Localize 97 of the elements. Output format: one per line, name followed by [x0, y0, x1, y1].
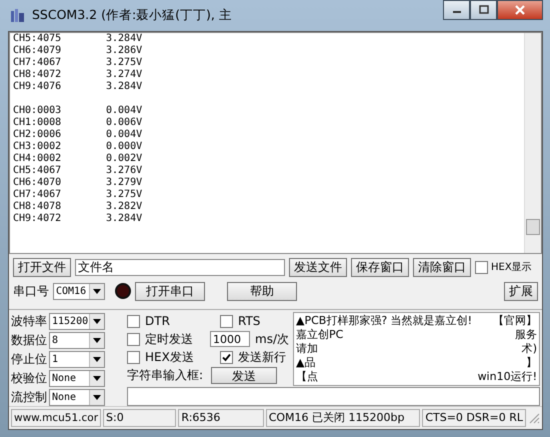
checkbox[interactable] [127, 332, 140, 346]
voltage-reading: 3.286V [106, 45, 142, 57]
channel-reading: CH3:0002 [13, 141, 62, 153]
caret-icon [93, 394, 101, 400]
channel-reading: CH6:4070 [13, 177, 62, 189]
setting-dropdown[interactable]: 8 [49, 332, 105, 349]
caret-icon [93, 318, 101, 324]
status-text: COM16 已关闭 115200bp [266, 409, 420, 428]
voltage-reading: 0.004V [106, 105, 142, 117]
maximize-icon [478, 5, 488, 15]
close-icon [514, 4, 526, 16]
port-dropdown[interactable]: COM16 [53, 282, 105, 300]
minimize-button[interactable] [443, 0, 470, 20]
close-button[interactable] [497, 0, 543, 20]
voltage-reading: 3.282V [106, 201, 142, 213]
unit-label: ms/次 [255, 330, 289, 348]
help-button[interactable]: 帮助 [227, 282, 297, 301]
voltage-reading: 0.004V [106, 129, 142, 141]
send-button[interactable]: 发送 [211, 366, 278, 384]
hex-display-label: HEX显示 [491, 261, 532, 274]
caret-icon [93, 376, 101, 381]
channel-reading: CH8:4072 [13, 69, 62, 81]
ad-text: ▲PCB打样那家强? 当然就是嘉立创! [296, 314, 472, 328]
channel-reading: CH5:4067 [13, 165, 62, 177]
channel-reading: CH9:4076 [13, 81, 62, 93]
rts-label: RTS [238, 314, 260, 328]
clear-window-button[interactable]: 清除窗口 [413, 258, 471, 277]
checkbox[interactable] [220, 314, 233, 328]
setting-label: 停止位 [11, 350, 47, 368]
voltage-reading: 0.006V [106, 117, 142, 129]
setting-dropdown[interactable]: 115200 [49, 312, 105, 330]
voltage-reading: 3.284V [106, 33, 142, 45]
save-window-button[interactable]: 保存窗口 [351, 258, 409, 277]
checkbox[interactable] [220, 350, 233, 364]
port-label: 串口号 [13, 282, 49, 300]
dtr-label: DTR [145, 314, 171, 328]
ad-text: 【官网】 [493, 314, 537, 328]
voltage-reading: 3.279V [106, 177, 142, 189]
expand-button[interactable]: 扩展 [504, 282, 538, 301]
status-text: S:0 [103, 409, 176, 428]
setting-dropdown[interactable]: None [49, 388, 105, 406]
open-file-button[interactable]: 打开文件 [13, 258, 71, 277]
channel-reading: CH7:4067 [13, 57, 62, 69]
checkbox[interactable] [475, 260, 488, 274]
setting-label: 流控制 [11, 388, 47, 406]
input-label: 字符串输入框: [127, 366, 204, 384]
app-icon [10, 8, 26, 24]
channel-reading: CH6:4079 [13, 45, 62, 57]
channel-reading: CH5:4075 [13, 33, 62, 45]
voltage-reading: 3.276V [106, 165, 142, 177]
channel-reading: CH0:0003 [13, 105, 62, 117]
setting-dropdown[interactable]: 1 [49, 350, 105, 368]
setting-label: 数据位 [11, 332, 47, 349]
voltage-reading: 3.284V [106, 213, 142, 225]
caret-icon [93, 288, 101, 294]
caret-icon [93, 338, 101, 343]
ad-text: 【点 [296, 370, 318, 384]
resize-grip-icon[interactable] [528, 412, 540, 424]
caret-icon [93, 356, 101, 362]
ad-text: 嘉立创PC [296, 328, 344, 342]
maximize-button[interactable] [470, 0, 497, 20]
ad-text: 服务 [515, 328, 537, 342]
setting-dropdown[interactable]: None [49, 370, 105, 387]
channel-reading: CH7:4067 [13, 189, 62, 201]
channel-reading: CH2:0006 [13, 129, 62, 141]
ad-text: win10运行! [478, 370, 537, 384]
timed-send-label: 定时发送 [145, 330, 194, 348]
ad-text: 请加 [296, 342, 318, 356]
interval-field[interactable]: 1000 [210, 331, 250, 348]
voltage-reading: 3.274V [106, 69, 142, 81]
ad-text: 】 [526, 356, 537, 370]
file-name-field[interactable]: 文件名 [75, 258, 285, 276]
status-text: R:6536 [178, 409, 264, 428]
hex-send-label: HEX发送 [145, 348, 195, 366]
open-port-button[interactable]: 打开串口 [135, 282, 205, 301]
ad-text: ▲品 [296, 356, 316, 370]
checkbox[interactable] [127, 350, 140, 364]
channel-reading: CH1:0008 [13, 117, 62, 129]
setting-label: 波特率 [11, 312, 47, 330]
send-file-button[interactable]: 发送文件 [289, 258, 347, 277]
status-text: CTS=0 DSR=0 RL [422, 409, 526, 428]
send-input-field[interactable] [127, 387, 540, 406]
channel-reading: CH4:0002 [13, 153, 62, 165]
checkbox[interactable] [127, 314, 140, 328]
status-text: www.mcu51.cor [11, 409, 102, 428]
send-newline-label: 发送新行 [238, 348, 286, 366]
setting-label: 校验位 [11, 370, 47, 387]
voltage-reading: 0.000V [106, 141, 142, 153]
voltage-reading: 3.284V [106, 81, 142, 93]
channel-reading: CH9:4072 [13, 213, 62, 225]
voltage-reading: 3.275V [106, 57, 142, 69]
window-title: SSCOM3.2 (作者:聂小猛(丁丁), 主 [32, 7, 232, 24]
channel-reading: CH8:4078 [13, 201, 62, 213]
voltage-reading: 0.002V [106, 153, 142, 165]
scrollbar[interactable] [524, 33, 541, 254]
ad-text: 术) [522, 342, 537, 356]
voltage-reading: 3.275V [106, 189, 142, 201]
